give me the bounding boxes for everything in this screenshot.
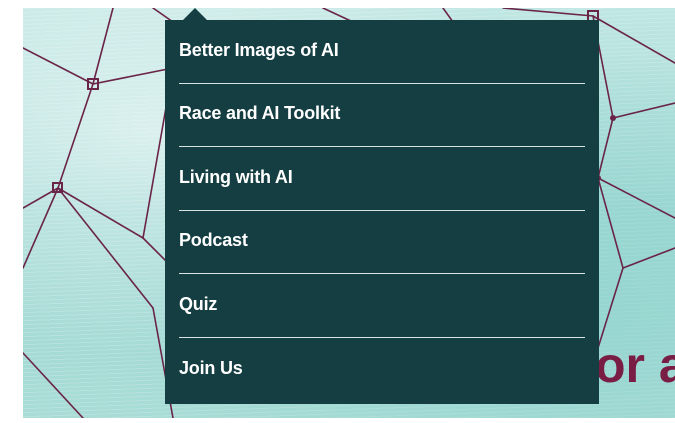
menu-item-living-with-ai[interactable]: Living with AI [179,147,585,211]
menu-item-label: Quiz [179,293,218,314]
dropdown-caret [183,8,207,20]
menu-item-join-us[interactable]: Join Us [179,338,585,402]
page: or a Better Images of AI Race and AI Too… [0,0,675,423]
menu-item-race-and-ai-toolkit[interactable]: Race and AI Toolkit [179,84,585,147]
menu-item-label: Better Images of AI [179,39,339,60]
dropdown-menu: Better Images of AI Race and AI Toolkit … [165,20,599,404]
menu-item-quiz[interactable]: Quiz [179,274,585,338]
menu-item-label: Join Us [179,357,243,378]
menu-item-label: Podcast [179,230,248,251]
hero-headline: or a [595,337,675,393]
menu-item-podcast[interactable]: Podcast [179,211,585,274]
menu-item-label: Living with AI [179,166,293,187]
menu-item-label: Race and AI Toolkit [179,103,341,124]
menu-item-better-images-of-ai[interactable]: Better Images of AI [179,20,585,84]
